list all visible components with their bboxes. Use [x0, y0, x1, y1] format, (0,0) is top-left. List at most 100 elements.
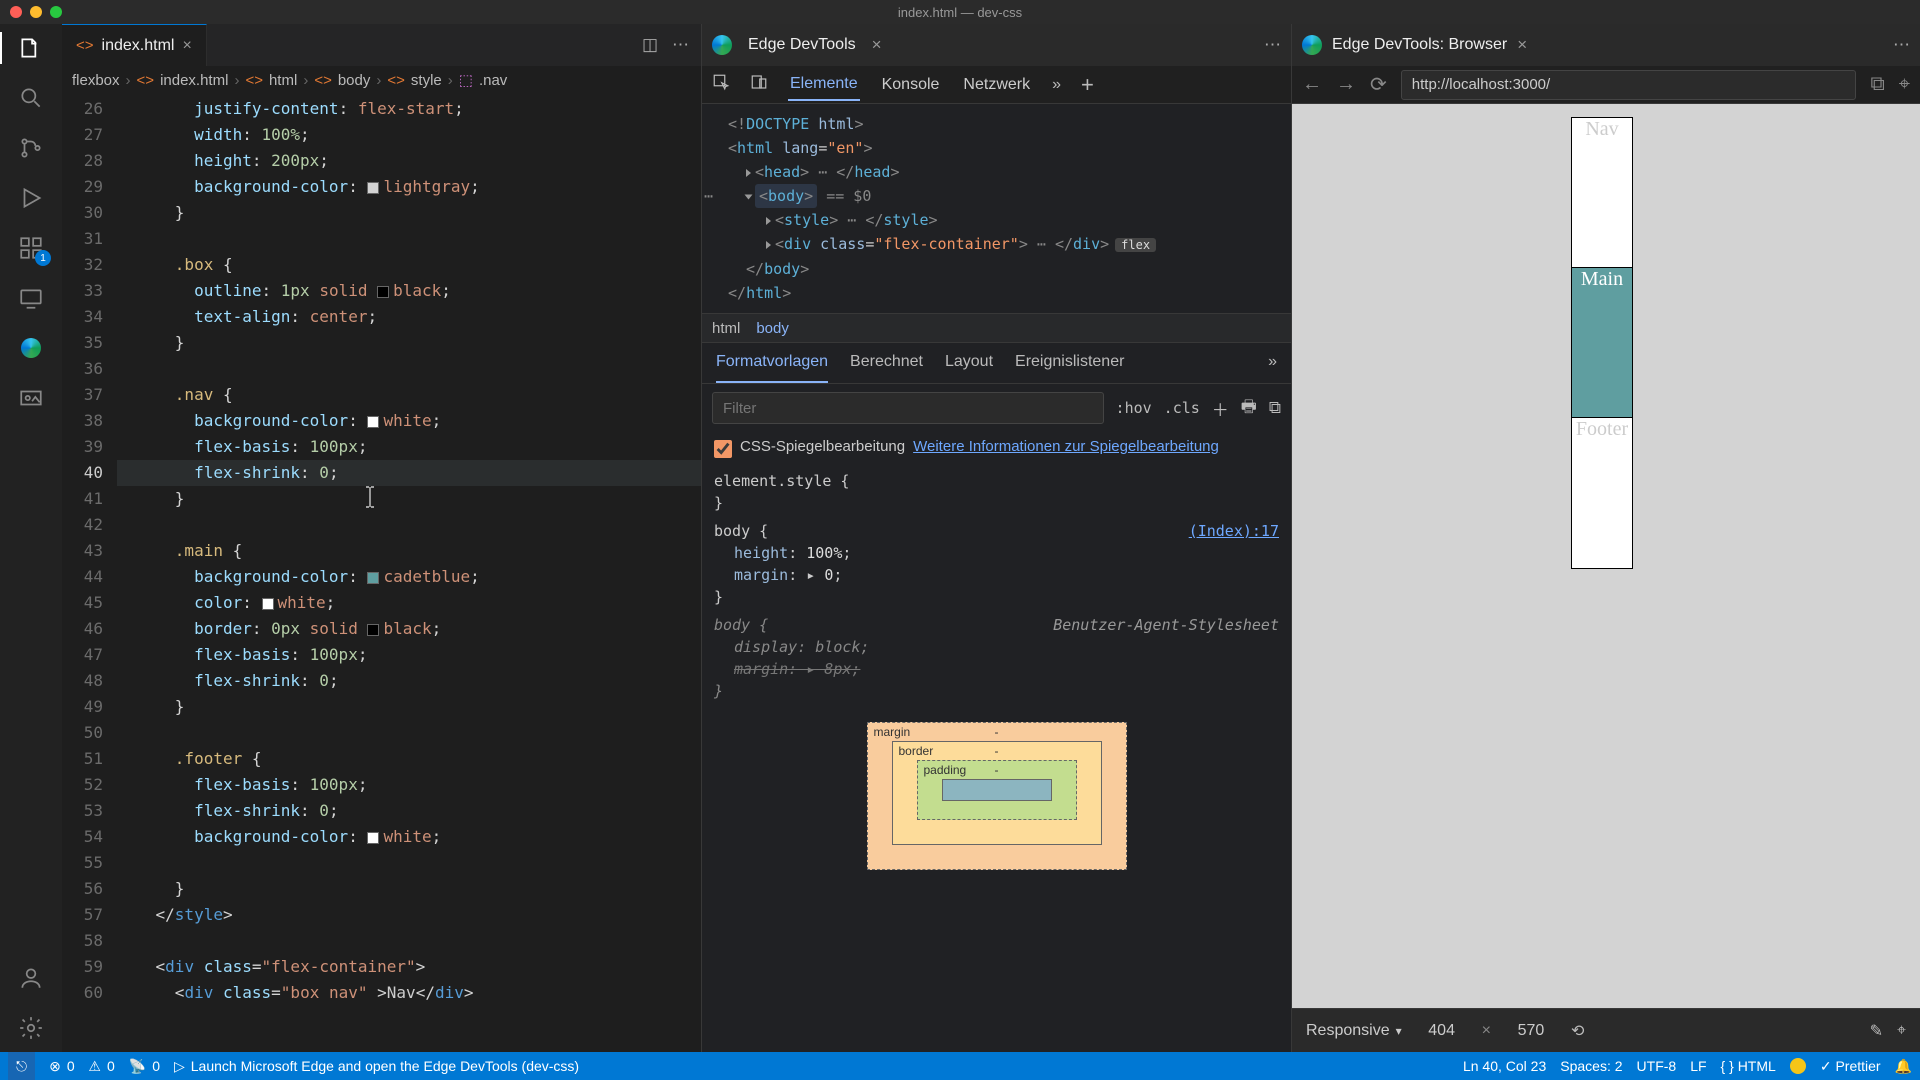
reload-icon[interactable]: ⟳: [1370, 72, 1387, 97]
devtools-tab-elements[interactable]: Elemente: [788, 69, 860, 101]
toggle-computed-sidebar-icon[interactable]: ⧉: [1269, 398, 1281, 418]
editor-more-icon[interactable]: ⋯: [672, 35, 689, 55]
close-size-icon[interactable]: ×: [1482, 1022, 1491, 1040]
encoding[interactable]: UTF-8: [1637, 1058, 1677, 1074]
hov-toggle[interactable]: :hov: [1116, 399, 1152, 417]
dom-path-item[interactable]: body: [756, 320, 789, 337]
tab-index-html[interactable]: <> index.html ×: [62, 24, 207, 66]
dom-path-item[interactable]: html: [712, 320, 740, 337]
notifications-icon[interactable]: 🔔: [1895, 1058, 1912, 1075]
back-icon[interactable]: ←: [1302, 73, 1322, 96]
split-editor-icon[interactable]: ◫: [642, 35, 658, 55]
url-bar[interactable]: http://localhost:3000/: [1401, 70, 1857, 100]
problems-indicator[interactable]: ⊗ 0 ⚠ 0: [49, 1058, 115, 1075]
devtools-tab-console[interactable]: Konsole: [880, 70, 942, 100]
eyedropper-icon[interactable]: ✎: [1870, 1021, 1883, 1041]
breadcrumb-item[interactable]: index.html: [160, 72, 228, 89]
rotate-icon[interactable]: ⟲: [1571, 1021, 1584, 1041]
cls-toggle[interactable]: .cls: [1164, 399, 1200, 417]
viewport-height-input[interactable]: [1505, 1022, 1557, 1040]
styles-tabs: Formatvorlagen Berechnet Layout Ereignis…: [702, 343, 1291, 384]
forward-icon[interactable]: →: [1336, 73, 1356, 96]
devtools-tab-network[interactable]: Netzwerk: [961, 70, 1032, 100]
cursor-position[interactable]: Ln 40, Col 23: [1463, 1058, 1546, 1074]
rendered-nav-box: Nav: [1572, 118, 1632, 268]
inspect-element-icon[interactable]: [712, 73, 730, 96]
device-toggle-icon[interactable]: [750, 73, 768, 96]
edge-icon: [712, 35, 732, 55]
window-title: index.html — dev-css: [0, 5, 1920, 20]
account-icon[interactable]: [17, 964, 45, 992]
browser-tab-close-icon[interactable]: ×: [1517, 35, 1527, 55]
ports-indicator[interactable]: 📡 0: [129, 1058, 160, 1075]
viewport-width-input[interactable]: [1416, 1022, 1468, 1040]
toggle-print-media-icon[interactable]: 🖶: [1241, 394, 1257, 423]
new-style-rule-icon[interactable]: ＋: [1212, 396, 1229, 421]
rendered-main-box: Main: [1572, 268, 1632, 418]
browser-toolbar: ← → ⟳ http://localhost:3000/ ⧉ ⌖: [1292, 66, 1920, 104]
screenshot-icon[interactable]: ⌖: [1899, 73, 1910, 96]
breadcrumb-item[interactable]: html: [269, 72, 297, 89]
edge-icon: [1302, 35, 1322, 55]
box-model[interactable]: margin- border- padding-: [867, 722, 1127, 870]
remote-indicator[interactable]: ⎋: [8, 1052, 35, 1080]
styles-tab-eventlisteners[interactable]: Ereignislistener: [1015, 353, 1124, 383]
live-preview-icon[interactable]: [17, 384, 45, 412]
dom-tree[interactable]: <!DOCTYPE html> <html lang="en"> <head> …: [702, 104, 1291, 313]
source-link[interactable]: (Index):17: [1189, 520, 1279, 542]
remote-explorer-icon[interactable]: [17, 284, 45, 312]
run-debug-icon[interactable]: [17, 184, 45, 212]
dom-path[interactable]: html body: [702, 313, 1291, 343]
devtools-tab-close-icon[interactable]: ×: [872, 35, 882, 55]
devtools-more-icon[interactable]: ⋯: [1264, 35, 1281, 55]
language-mode[interactable]: { } HTML: [1721, 1058, 1776, 1074]
flex-badge[interactable]: flex: [1115, 238, 1156, 252]
rendered-flex-container: Nav Main Footer: [1572, 118, 1632, 588]
css-mirror-checkbox[interactable]: [714, 440, 732, 458]
breadcrumbs[interactable]: flexbox› <>index.html› <>html› <>body› <…: [62, 66, 701, 94]
eol[interactable]: LF: [1690, 1058, 1706, 1074]
tab-close-icon[interactable]: ×: [182, 37, 191, 55]
extensions-icon[interactable]: 1: [17, 234, 45, 262]
devtools-tabs-overflow-icon[interactable]: »: [1052, 76, 1061, 94]
browser-viewport[interactable]: Nav Main Footer: [1292, 104, 1920, 1008]
styles-tab-computed[interactable]: Berechnet: [850, 353, 923, 383]
devtools-tab-title[interactable]: Edge DevTools: [748, 36, 856, 54]
css-mirror-label: CSS-Spiegelbearbeitung: [740, 438, 905, 455]
breadcrumb-item[interactable]: flexbox: [72, 72, 120, 89]
device-emulation-bar: Responsive ▾ × ⟲ ✎ ⌖: [1292, 1008, 1920, 1052]
launch-edge[interactable]: ▷ Launch Microsoft Edge and open the Edg…: [174, 1058, 579, 1075]
browser-more-icon[interactable]: ⋯: [1893, 35, 1910, 55]
devtools-add-tab-icon[interactable]: +: [1081, 72, 1094, 98]
styles-tab-styles[interactable]: Formatvorlagen: [716, 353, 828, 383]
prettier-status[interactable]: ✓ Prettier: [1820, 1058, 1881, 1075]
css-mirror-link[interactable]: Weitere Informationen zur Spiegelbearbei…: [913, 438, 1219, 455]
styles-tab-layout[interactable]: Layout: [945, 353, 993, 383]
editor-tabs: <> index.html × ◫ ⋯: [62, 24, 701, 66]
window-titlebar: index.html — dev-css: [0, 0, 1920, 24]
styles-filter-input[interactable]: [712, 392, 1104, 424]
settings-gear-icon[interactable]: [17, 1014, 45, 1042]
styles-tabs-overflow-icon[interactable]: »: [1268, 353, 1277, 383]
rendered-footer-box: Footer: [1572, 418, 1632, 568]
explorer-icon[interactable]: [17, 34, 45, 62]
search-icon[interactable]: [17, 84, 45, 112]
code-editor[interactable]: 2627282930313233343536373839404142434445…: [62, 94, 701, 1052]
breadcrumb-item[interactable]: body: [338, 72, 371, 89]
breadcrumb-item[interactable]: style: [411, 72, 442, 89]
device-select[interactable]: Responsive ▾: [1306, 1022, 1402, 1040]
css-rules[interactable]: element.style { } (Index):17body { heigh…: [702, 464, 1291, 708]
ua-stylesheet-label: Benutzer-Agent-Stylesheet: [1053, 614, 1279, 636]
devtools-panel: Edge DevTools × ⋯ Elemente Konsole Netzw…: [702, 24, 1292, 1052]
open-external-icon[interactable]: ⧉: [1870, 73, 1884, 96]
breadcrumb-item[interactable]: .nav: [479, 72, 507, 89]
edge-tools-icon[interactable]: [17, 334, 45, 362]
indentation[interactable]: Spaces: 2: [1560, 1058, 1622, 1074]
source-control-icon[interactable]: [17, 134, 45, 162]
browser-preview-panel: Edge DevTools: Browser × ⋯ ← → ⟳ http://…: [1292, 24, 1920, 1052]
browser-tab-title[interactable]: Edge DevTools: Browser: [1332, 36, 1507, 54]
activity-bar: 1: [0, 24, 62, 1052]
status-yellow-icon[interactable]: [1790, 1058, 1806, 1074]
screenshot-icon[interactable]: ⌖: [1897, 1022, 1906, 1040]
styles-filter-row: :hov .cls ＋ 🖶 ⧉: [702, 384, 1291, 432]
